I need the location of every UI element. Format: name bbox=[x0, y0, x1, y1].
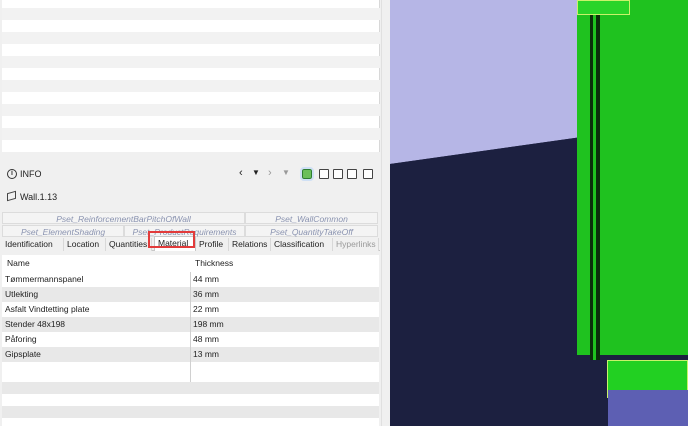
cube-icon bbox=[7, 190, 16, 202]
material-thickness: 36 mm bbox=[193, 289, 219, 299]
tab-material[interactable]: Material bbox=[154, 236, 196, 251]
tab-relations[interactable]: Relations bbox=[229, 238, 271, 251]
info-title: INFO bbox=[20, 169, 42, 179]
upper-list[interactable] bbox=[2, 0, 380, 152]
list-row bbox=[2, 32, 380, 44]
pset-tabs: Pset_ReinforcementBarPitchOfWall Pset_Wa… bbox=[2, 212, 380, 237]
tab-bar: Identification Location Quantities Mater… bbox=[2, 236, 380, 251]
clipboard-icon[interactable] bbox=[319, 169, 329, 179]
list-row bbox=[2, 104, 380, 116]
pset-tab[interactable]: Pset_ReinforcementBarPitchOfWall bbox=[2, 212, 245, 224]
foundation-face bbox=[608, 390, 688, 426]
info-icon: i bbox=[7, 169, 17, 179]
clipboard-icon[interactable] bbox=[333, 169, 343, 179]
empty-row bbox=[2, 406, 379, 418]
entity-name: Wall.1.13 bbox=[20, 192, 58, 202]
material-table: Name Thickness Tømmermannspanel 44 mm Utle… bbox=[2, 255, 379, 426]
column-divider bbox=[190, 272, 191, 382]
tab-hyperlinks[interactable]: Hyperlinks bbox=[333, 238, 379, 251]
window-icon[interactable] bbox=[363, 169, 373, 179]
material-thickness: 44 mm bbox=[193, 274, 219, 284]
list-row bbox=[2, 80, 380, 92]
tab-identification[interactable]: Identification bbox=[2, 238, 64, 251]
material-name: Asfalt Vindtetting plate bbox=[5, 304, 90, 314]
chevron-left-icon[interactable]: ‹ bbox=[239, 167, 243, 179]
entity-row: Wall.1.13 bbox=[2, 188, 380, 206]
material-thickness: 13 mm bbox=[193, 349, 219, 359]
chevron-right-icon[interactable]: › bbox=[268, 167, 272, 179]
3d-viewport[interactable] bbox=[390, 0, 688, 426]
material-thickness: 22 mm bbox=[193, 304, 219, 314]
pset-tab[interactable]: Pset_QuantityTakeOff bbox=[245, 225, 378, 237]
scrollbar[interactable] bbox=[381, 0, 390, 426]
pset-tab[interactable]: Pset_WallCommon bbox=[245, 212, 378, 224]
column-header-name[interactable]: Name bbox=[7, 255, 30, 272]
column-header-thickness[interactable]: Thickness bbox=[195, 255, 233, 272]
tab-classification[interactable]: Classification bbox=[271, 238, 333, 251]
material-thickness: 48 mm bbox=[193, 334, 219, 344]
triangle-down-icon[interactable]: ▼ bbox=[282, 167, 290, 179]
material-thickness: 198 mm bbox=[193, 319, 224, 329]
tab-quantities[interactable]: Quantities bbox=[106, 238, 152, 251]
tab-location[interactable]: Location bbox=[64, 238, 106, 251]
list-row bbox=[2, 128, 380, 140]
tab-profile[interactable]: Profile bbox=[196, 238, 229, 251]
properties-panel: i INFO ‹ ▼ › ▼ Wall.1.13 Pset_Reinforcem… bbox=[0, 0, 390, 426]
triangle-down-icon[interactable]: ▼ bbox=[252, 167, 260, 179]
pset-tab[interactable]: Pset_ElementShading bbox=[2, 225, 124, 237]
tree-icon[interactable] bbox=[300, 167, 314, 181]
list-row bbox=[2, 8, 380, 20]
material-name: Stender 48x198 bbox=[5, 319, 66, 329]
material-name: Tømmermannspanel bbox=[5, 274, 84, 284]
empty-row bbox=[2, 382, 379, 394]
wall-top-face bbox=[577, 0, 630, 15]
material-name: Utlekting bbox=[5, 289, 39, 299]
clipboard-icon[interactable] bbox=[347, 169, 357, 179]
material-name: Påforing bbox=[5, 334, 37, 344]
info-header: i INFO ‹ ▼ › ▼ bbox=[2, 163, 380, 185]
material-name: Gipsplate bbox=[5, 349, 41, 359]
list-row bbox=[2, 56, 380, 68]
wall-layer bbox=[593, 15, 596, 360]
